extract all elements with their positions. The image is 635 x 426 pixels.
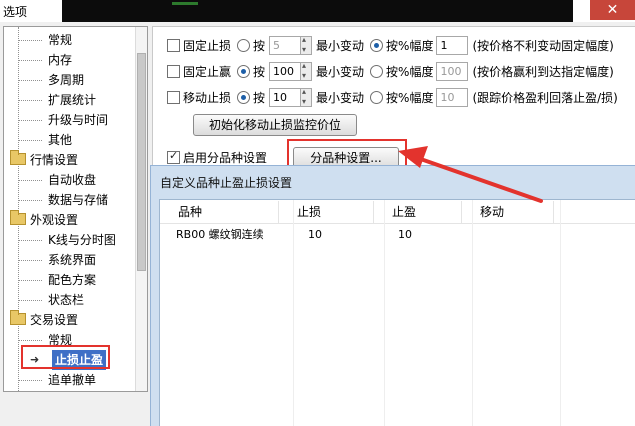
options-tree: 常规内存多周期扩展统计升级与时间其他行情设置自动收盘数据与存储外观设置 K线与分时…	[3, 26, 148, 392]
tree-item[interactable]: 配色方案	[17, 270, 97, 290]
folder-icon	[10, 150, 26, 165]
percent-input[interactable]: 100	[436, 61, 469, 81]
by-ticks-radio[interactable]	[237, 90, 251, 104]
ticks-input[interactable]: 10	[269, 87, 302, 107]
cell-take-profit[interactable]: 10	[382, 224, 412, 246]
stop-row-label: 移动止损	[183, 90, 232, 105]
background-strip-mark	[172, 2, 198, 5]
tree-item-label: 内存	[48, 53, 73, 67]
title-bar: 选项 ✕	[0, 0, 635, 22]
tree-item-label: 配色方案	[48, 273, 97, 287]
min-tick-label: 最小变动	[316, 64, 365, 79]
tree-scroll-thumb[interactable]	[137, 53, 146, 271]
cell-trailing[interactable]	[470, 224, 486, 246]
tree-item[interactable]: K线与分时图	[18, 230, 116, 250]
col-trailing[interactable]: 移动	[462, 201, 554, 223]
percent-input[interactable]: 10	[436, 87, 469, 107]
tree-item-label: 自动收盘	[48, 173, 97, 187]
tree-item-label: 状态栏	[48, 293, 85, 307]
row-note: (跟踪价格盈利回落止盈/损)	[472, 90, 618, 105]
by-ticks-radio[interactable]	[237, 38, 251, 52]
stop-enable-checkbox[interactable]	[167, 64, 180, 78]
col-take-profit[interactable]: 止盈	[374, 201, 462, 223]
tree-item[interactable]: 其他	[17, 130, 73, 150]
sub-dialog-title: 自定义品种止盈止损设置	[160, 176, 293, 190]
tree-item-label: 交易设置	[30, 313, 79, 327]
ticks-spinner[interactable]	[301, 35, 313, 55]
stop-row-label: 固定止赢	[183, 64, 232, 79]
row-note: (按价格赢利到达指定幅度)	[472, 64, 614, 79]
by-percent-radio[interactable]	[370, 64, 384, 78]
tree-connector	[18, 27, 19, 391]
percent-label: 按%幅度	[386, 90, 434, 105]
tree-item[interactable]: 自动收盘	[17, 170, 97, 190]
window-title: 选项	[3, 5, 28, 19]
tree-item-label: 其他	[48, 133, 73, 147]
ticks-input[interactable]: 5	[269, 35, 302, 55]
tree-item-label: 常规	[48, 33, 73, 47]
tree-item-label: 行情设置	[30, 153, 79, 167]
tree-group[interactable]: 外观设置	[10, 210, 78, 230]
tree-item-label: 外观设置	[30, 213, 79, 227]
percent-input[interactable]: 1	[436, 35, 469, 55]
tree-group[interactable]: 交易设置	[10, 310, 78, 330]
tree-item-label: 升级与时间	[48, 113, 109, 127]
close-button[interactable]: ✕	[590, 0, 635, 20]
ticks-spinner[interactable]	[301, 87, 313, 107]
tree-item-label: 数据与存储	[48, 193, 109, 207]
stop-row: 固定止损 按5 最小变动 按%幅度1(按价格不利变动固定幅度)	[167, 35, 614, 55]
grid-header: 品种 止损 止盈 移动	[160, 200, 635, 224]
stop-settings-panel: 固定止损按5最小变动按%幅度1(按价格不利变动固定幅度)固定止赢按100最小变动…	[152, 26, 635, 172]
tree-item-label: K线与分时图	[48, 233, 116, 247]
stop-enable-checkbox[interactable]	[167, 38, 180, 52]
grid-vline	[560, 200, 561, 426]
by-label: 按	[253, 64, 266, 79]
tree-item[interactable]: 状态栏	[17, 290, 85, 310]
enable-variety-label: 启用分品种设置	[183, 150, 268, 165]
tree-item[interactable]: 常规	[17, 30, 73, 50]
by-label: 按	[253, 90, 266, 105]
tree-group[interactable]: 行情设置	[10, 150, 78, 170]
cell-variety[interactable]: RB00 螺纹钢连续	[160, 224, 264, 246]
stop-row-label: 固定止损	[183, 38, 232, 53]
background-window-strip	[62, 0, 573, 22]
tree-item[interactable]: 扩展统计	[17, 90, 97, 110]
percent-label: 按%幅度	[386, 64, 434, 79]
ticks-spinner[interactable]	[301, 61, 313, 81]
init-trailing-button[interactable]: 初始化移动止损监控价位	[193, 114, 357, 136]
red-highlight-box-tree	[21, 345, 110, 369]
percent-label: 按%幅度	[386, 38, 434, 53]
tree-item-label: 扩展统计	[48, 93, 97, 107]
tree-scrollbar[interactable]	[135, 27, 147, 391]
enable-variety-row: 启用分品种设置	[167, 147, 267, 167]
tree-item[interactable]: 系统界面	[17, 250, 97, 270]
row-note: (按价格不利变动固定幅度)	[472, 38, 614, 53]
tree-item[interactable]: 升级与时间	[17, 110, 109, 130]
tree-item[interactable]: 追单撤单	[17, 370, 97, 390]
enable-variety-checkbox[interactable]	[167, 149, 180, 164]
by-label: 按	[253, 38, 266, 53]
stop-row: 固定止赢按100最小变动按%幅度100(按价格赢利到达指定幅度)	[167, 61, 614, 81]
by-ticks-radio[interactable]	[237, 64, 251, 78]
tree-item[interactable]: 数据与存储	[17, 190, 109, 210]
tree-item[interactable]: 多周期	[17, 70, 85, 90]
tree-item-label: 系统界面	[48, 253, 97, 267]
by-percent-radio[interactable]	[370, 38, 384, 52]
tree-item[interactable]: 内存	[17, 50, 73, 70]
tree-item-label: 追单撤单	[48, 373, 97, 387]
col-variety[interactable]: 品种	[160, 201, 279, 223]
ticks-input[interactable]: 100	[269, 61, 302, 81]
by-percent-radio[interactable]	[370, 90, 384, 104]
variety-grid: 品种 止损 止盈 移动 RB00 螺纹钢连续 10 10	[159, 199, 635, 426]
min-tick-label: 最小变动	[316, 90, 365, 105]
stop-row: 移动止损按10最小变动按%幅度10(跟踪价格盈利回落止盈/损)	[167, 87, 618, 107]
stop-enable-checkbox[interactable]	[167, 90, 180, 104]
min-tick-label: 最小变动	[316, 38, 365, 53]
variety-settings-dialog: 自定义品种止盈止损设置 品种 止损 止盈 移动 RB00 螺纹钢连续 10 10	[150, 165, 635, 426]
tree-item-label: 多周期	[48, 73, 85, 87]
folder-icon	[10, 310, 26, 325]
cell-stop-loss[interactable]: 10	[292, 224, 322, 246]
folder-icon	[10, 210, 26, 225]
